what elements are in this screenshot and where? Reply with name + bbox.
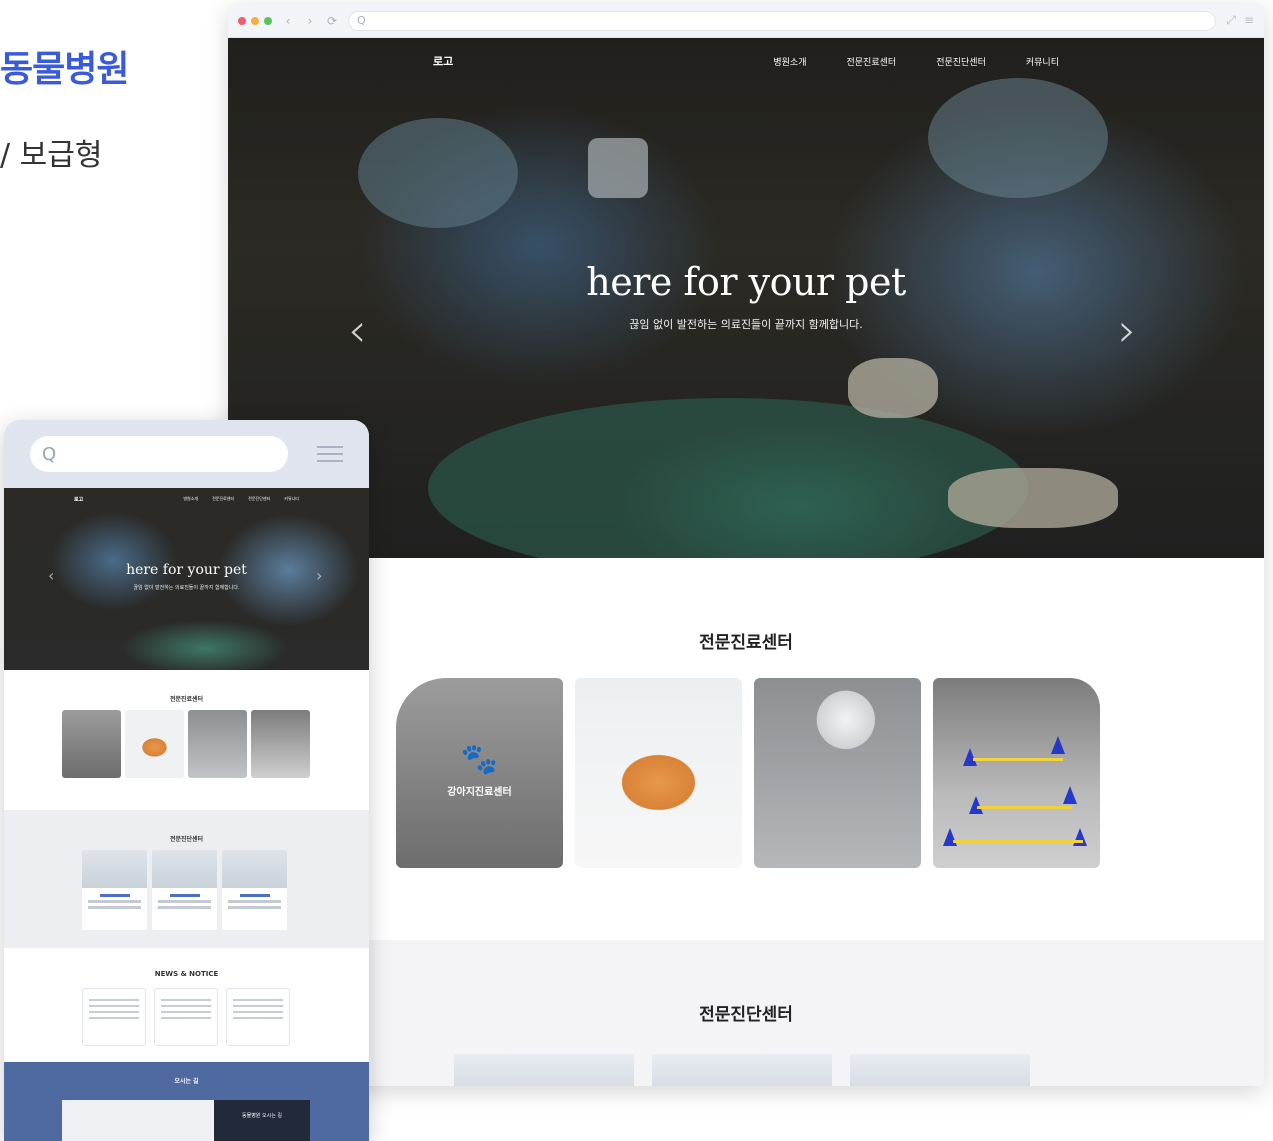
site-logo[interactable]: 로고: [74, 496, 83, 503]
hero-subtext: 끊임 없이 발전하는 의료진들이 끝까지 함께합니다.: [629, 318, 863, 331]
mobile-topbar: Q: [4, 420, 369, 488]
hamburger-icon[interactable]: [317, 441, 343, 467]
specialty-card-dog[interactable]: 🐾 강아지진료센터: [396, 678, 563, 868]
close-dot[interactable]: [238, 16, 246, 25]
section-title: 전문진단센터: [699, 1005, 793, 1025]
diagnosis-image[interactable]: [454, 1054, 634, 1086]
diagnosis-section: 전문진단센터: [228, 940, 1264, 1086]
cone-shape: [943, 828, 957, 846]
specialty-card-rehab[interactable]: [933, 678, 1100, 868]
desktop-browser-mockup: ‹ › ⟳ Q ⤢ ≡ 로고 병원소개 전문진료센터 전문진단센터 커뮤니티 ‹…: [228, 4, 1264, 1086]
hero-text: here for your pet 끊임 없이 발전하는 의료진들이 끝까지 함…: [228, 260, 1264, 332]
diagnosis-card[interactable]: [222, 850, 287, 930]
diagnosis-card[interactable]: [82, 850, 147, 930]
search-icon: Q: [357, 14, 366, 27]
forward-icon[interactable]: ›: [304, 14, 316, 28]
diagnosis-images: [454, 1054, 1030, 1086]
diagnosis-image[interactable]: [850, 1054, 1030, 1086]
cone-shape: [1063, 786, 1077, 804]
template-subtitle: / 보급형: [0, 138, 103, 173]
window-controls: [238, 16, 272, 25]
mobile-search-input[interactable]: Q: [30, 436, 288, 472]
directions-box[interactable]: 동물병원 오시는 길: [214, 1100, 310, 1141]
minimize-dot[interactable]: [251, 16, 259, 25]
main-menu: 병원소개 전문진료센터 전문진단센터 커뮤니티: [183, 496, 299, 502]
browser-toolbar: ‹ › ⟳ Q ⤢ ≡: [228, 4, 1264, 38]
menu-item-community[interactable]: 커뮤니티: [284, 496, 299, 502]
news-card[interactable]: [82, 988, 146, 1046]
menu-item-specialty[interactable]: 전문진료센터: [212, 496, 234, 502]
diagnosis-card[interactable]: [152, 850, 217, 930]
site-nav: 로고 병원소개 전문진료센터 전문진단센터 커뮤니티: [228, 38, 1264, 84]
news-cards: [82, 988, 290, 1046]
mobile-hero: 로고 병원소개 전문진료센터 전문진단센터 커뮤니티 ‹ › here for …: [4, 488, 369, 670]
hero-heading: here for your pet: [126, 562, 247, 578]
hero-subtext: 끊임 없이 발전하는 의료진들이 끝까지 함께합니다.: [133, 585, 240, 591]
menu-item-specialty[interactable]: 전문진료센터: [847, 55, 897, 68]
card-label: 강아지진료센터: [447, 787, 512, 798]
map-preview[interactable]: [62, 1100, 214, 1141]
card-badge: 🐾 강아지진료센터: [396, 742, 563, 798]
news-card[interactable]: [154, 988, 218, 1046]
section-title: 전문진단센터: [169, 836, 204, 843]
diagnosis-image[interactable]: [652, 1054, 832, 1086]
section-title: 전문진료센터: [169, 696, 204, 703]
specialty-cards: [62, 710, 310, 778]
hurdle-bar: [953, 840, 1083, 843]
specialty-card-rehab[interactable]: [251, 710, 310, 778]
specialty-card-cat[interactable]: [125, 710, 184, 778]
section-title: 전문진료센터: [699, 633, 793, 653]
section-title: NEWS & NOTICE: [154, 970, 219, 978]
menu-item-about[interactable]: 병원소개: [183, 496, 198, 502]
showcase-stage: 동물병원 / 보급형 ‹ › ⟳ Q ⤢ ≡ 로고 병원소개 전문진료센터 전문…: [0, 0, 1273, 1141]
mobile-diagnosis-section: 전문진단센터: [4, 810, 369, 948]
section-title: 오시는 길: [174, 1078, 199, 1085]
hero-banner: 로고 병원소개 전문진료센터 전문진단센터 커뮤니티 ‹ › here for …: [228, 38, 1264, 558]
news-card[interactable]: [226, 988, 290, 1046]
diagnosis-cards: [82, 850, 287, 930]
mobile-specialty-section: 전문진료센터: [4, 670, 369, 810]
mobile-news-section: NEWS & NOTICE: [4, 948, 369, 1066]
main-menu: 병원소개 전문진료센터 전문진단센터 커뮤니티: [773, 55, 1059, 68]
maximize-dot[interactable]: [264, 16, 272, 25]
cone-shape: [969, 796, 983, 814]
mobile-directions-section: 오시는 길 동물병원 오시는 길: [4, 1062, 369, 1141]
menu-item-diagnosis[interactable]: 전문진단센터: [936, 55, 986, 68]
address-bar[interactable]: Q: [348, 10, 1217, 31]
cone-shape: [1073, 828, 1087, 846]
specialty-card-surgery[interactable]: [754, 678, 921, 868]
menu-icon[interactable]: ≡: [1244, 13, 1254, 28]
cone-shape: [963, 748, 977, 766]
specialty-card-dog[interactable]: [62, 710, 121, 778]
mobile-mockup: Q 로고 병원소개 전문진료센터 전문진단센터 커뮤니티 ‹ › here fo…: [4, 420, 369, 1141]
specialty-cards: 🐾 강아지진료센터: [396, 678, 1100, 868]
site-logo[interactable]: 로고: [433, 53, 453, 69]
expand-icon[interactable]: ⤢: [1226, 13, 1236, 28]
cone-shape: [1051, 736, 1065, 754]
menu-item-community[interactable]: 커뮤니티: [1026, 55, 1059, 68]
mobile-site-nav: 로고 병원소개 전문진료센터 전문진단센터 커뮤니티: [4, 492, 369, 506]
menu-item-diagnosis[interactable]: 전문진단센터: [248, 496, 270, 502]
browser-right-controls: ⤢ ≡: [1226, 13, 1254, 28]
specialty-card-cat[interactable]: [575, 678, 742, 868]
specialty-card-surgery[interactable]: [188, 710, 247, 778]
template-title: 동물병원: [0, 49, 129, 90]
back-icon[interactable]: ‹: [282, 14, 294, 28]
specialty-section: 전문진료센터 🐾 강아지진료센터: [228, 558, 1264, 940]
refresh-icon[interactable]: ⟳: [326, 14, 338, 28]
hero-heading: here for your pet: [586, 260, 906, 304]
hurdle-bar: [977, 806, 1072, 809]
menu-item-about[interactable]: 병원소개: [773, 55, 806, 68]
paw-icon: 🐾: [460, 742, 499, 777]
hurdle-bar: [973, 758, 1063, 761]
search-icon: Q: [42, 443, 57, 465]
